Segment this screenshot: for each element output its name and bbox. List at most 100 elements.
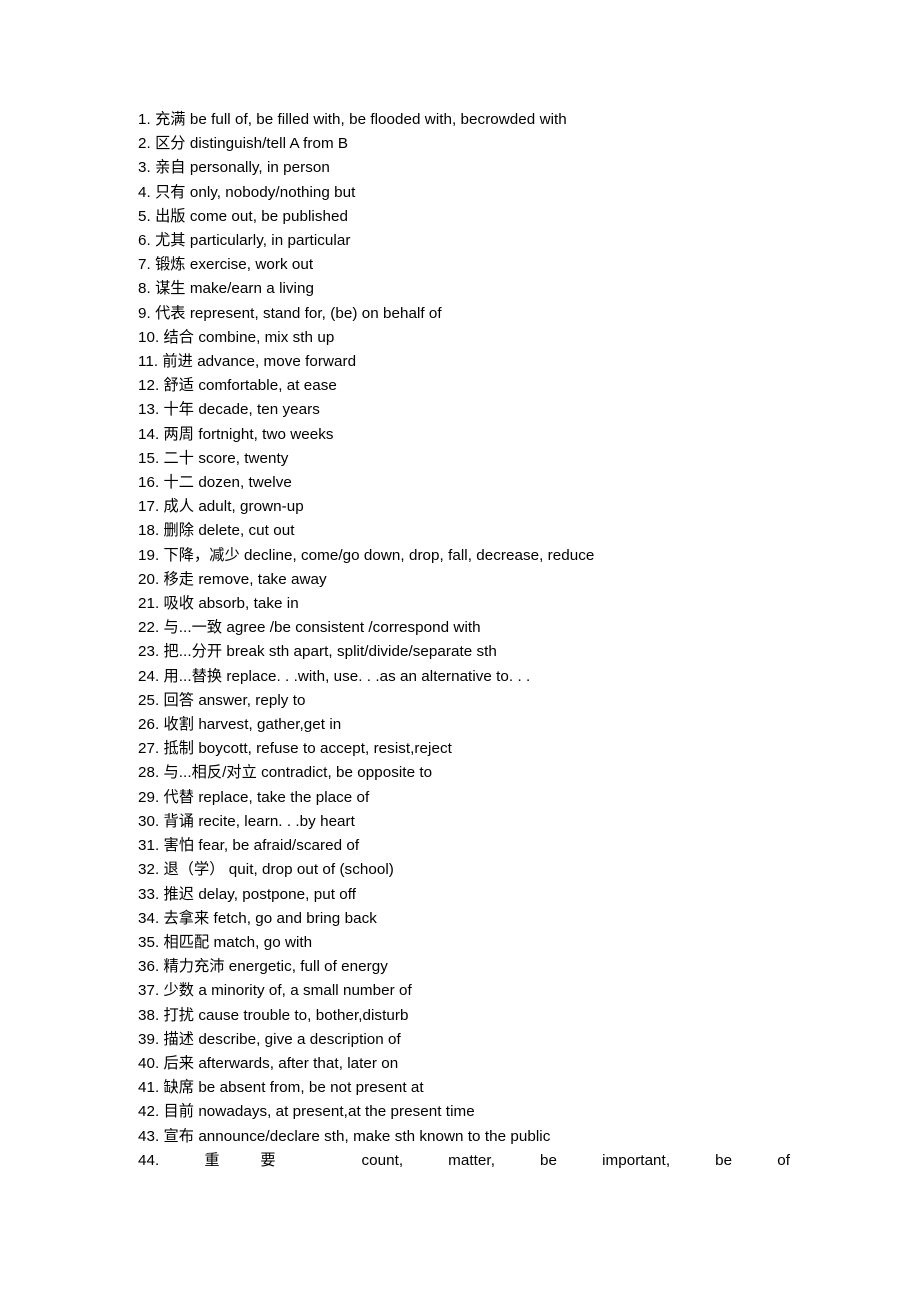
item-term: 重要 [204,1151,317,1169]
item-term: 少数 [163,982,195,1000]
item-number: 1. [138,111,151,128]
list-item: 10. 结合 combine, mix sth up [138,326,792,350]
list-item: 6. 尤其 particularly, in particular [138,229,792,253]
item-gloss: count, matter, be important, be of [361,1151,790,1169]
item-number: 15. [138,449,160,467]
item-term: 出版 [155,207,186,225]
item-term: 用...替换 [163,667,223,685]
item-number: 16. [138,474,160,492]
list-item: 4. 只有 only, nobody/nothing but [138,181,792,205]
list-item: 43. 宣布 announce/declare sth, make sth kn… [138,1125,792,1149]
list-item: 36. 精力充沛 energetic, full of energy [138,955,792,979]
list-item: 5. 出版 come out, be published [138,205,792,229]
item-term: 二十 [163,449,195,467]
list-item: 7. 锻炼 exercise, work out [138,253,792,277]
item-number: 33. [138,885,160,903]
item-gloss: absorb, take in [198,595,299,613]
item-gloss: harvest, gather,get in [198,716,342,734]
item-gloss: replace, take the place of [198,788,370,806]
list-item: 44. 重要 count, matter, be important, be o… [138,1149,790,1173]
item-term: 区分 [155,135,186,153]
item-number: 13. [138,401,160,419]
item-term: 把...分开 [163,643,223,661]
list-item: 20. 移走 remove, take away [138,568,792,592]
item-term: 吸收 [163,595,195,613]
item-number: 18. [138,522,160,540]
item-number: 22. [138,619,160,637]
item-term: 相匹配 [163,933,210,951]
item-gloss: adult, grown-up [198,498,304,516]
list-item: 35. 相匹配 match, go with [138,931,792,955]
item-term: 亲自 [155,159,186,177]
item-gloss: contradict, be opposite to [261,764,433,782]
item-term: 退（学） [163,861,225,879]
list-item: 2. 区分 distinguish/tell A from B [138,132,792,156]
item-term: 宣布 [163,1127,195,1145]
item-term: 与...相反/对立 [163,764,257,782]
item-gloss: break sth apart, split/divide/separate s… [226,643,497,661]
item-number: 24. [138,667,160,685]
item-number: 43. [138,1127,160,1145]
item-gloss: distinguish/tell A from B [189,135,349,153]
item-number: 2. [138,135,151,153]
item-term: 推迟 [163,885,195,903]
item-gloss: advance, move forward [197,353,357,371]
item-term: 代表 [155,304,186,322]
item-number: 7. [138,256,151,274]
item-gloss: nowadays, at present,at the present time [198,1103,475,1121]
list-item: 34. 去拿来 fetch, go and bring back [138,907,792,931]
item-number: 39. [138,1030,160,1048]
list-item: 11. 前进 advance, move forward [138,350,792,374]
item-term: 目前 [163,1103,195,1121]
list-item: 28. 与...相反/对立 contradict, be opposite to [138,761,792,785]
list-item: 32. 退（学） quit, drop out of (school) [138,858,792,882]
item-number: 4. [138,183,151,201]
item-gloss: make/earn a living [189,280,314,298]
vocabulary-list: 1. 充满 be full of, be filled with, be flo… [138,108,792,1173]
item-term: 与...一致 [163,619,223,637]
item-term: 精力充沛 [163,958,225,976]
item-number: 42. [138,1103,160,1121]
item-term: 十年 [163,401,195,419]
item-gloss: a minority of, a small number of [198,982,412,1000]
item-term: 下降，减少 [163,546,240,564]
item-gloss: answer, reply to [198,691,306,709]
item-number: 11. [138,353,159,371]
item-number: 28. [138,764,160,782]
list-item: 23. 把...分开 break sth apart, split/divide… [138,640,792,664]
list-item: 29. 代替 replace, take the place of [138,786,792,810]
list-item: 25. 回答 answer, reply to [138,689,792,713]
item-gloss: recite, learn. . .by heart [198,812,355,830]
item-number: 32. [138,861,160,879]
list-item: 1. 充满 be full of, be filled with, be flo… [138,108,792,132]
list-item: 16. 十二 dozen, twelve [138,471,792,495]
item-term: 舒适 [163,377,195,395]
item-gloss: be absent from, be not present at [198,1079,424,1097]
list-item: 37. 少数 a minority of, a small number of [138,979,792,1003]
item-number: 35. [138,933,160,951]
item-number: 27. [138,740,160,758]
item-gloss: only, nobody/nothing but [189,183,356,201]
item-term: 删除 [163,522,195,540]
item-number: 40. [138,1054,160,1072]
item-number: 20. [138,570,160,588]
item-term: 两周 [163,425,195,443]
item-gloss: replace. . .with, use. . .as an alternat… [226,667,531,685]
item-gloss: decline, come/go down, drop, fall, decre… [244,546,595,564]
item-term: 谋生 [155,280,186,298]
item-gloss: dozen, twelve [198,474,292,492]
item-gloss: score, twenty [198,449,289,467]
list-item: 26. 收割 harvest, gather,get in [138,713,792,737]
list-item: 9. 代表 represent, stand for, (be) on beha… [138,302,792,326]
item-gloss: agree /be consistent /correspond with [226,619,481,637]
item-term: 害怕 [163,837,195,855]
list-item: 19. 下降，减少 decline, come/go down, drop, f… [138,544,792,568]
vocabulary-list-container: 1. 充满 be full of, be filled with, be flo… [138,108,792,1173]
item-number: 37. [138,982,160,1000]
item-term: 去拿来 [163,909,210,927]
item-gloss: boycott, refuse to accept, resist,reject [198,740,452,758]
item-gloss: fear, be afraid/scared of [198,837,360,855]
list-item: 17. 成人 adult, grown-up [138,495,792,519]
item-number: 9. [138,304,151,322]
list-item: 39. 描述 describe, give a description of [138,1028,792,1052]
